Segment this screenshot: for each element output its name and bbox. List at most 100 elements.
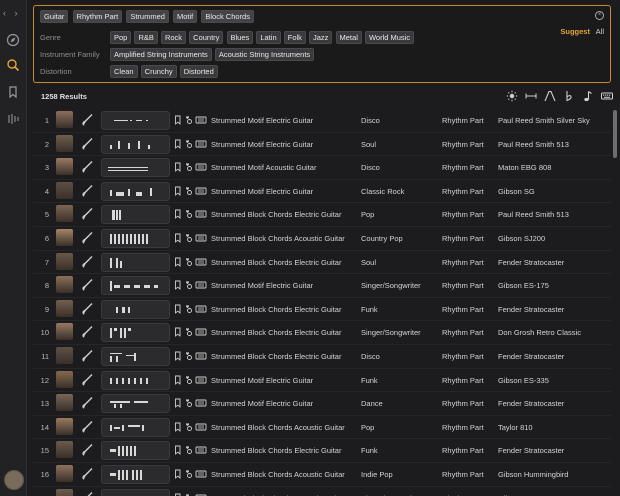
table-row[interactable]: 5 Strummed Block Chords Electric Guitar Po… (33, 202, 611, 227)
pattern-preview[interactable] (101, 181, 170, 201)
row-actions-icons[interactable] (174, 162, 208, 173)
pattern-preview[interactable] (101, 465, 170, 484)
row-actions-icons[interactable] (174, 351, 208, 361)
row-name: Strummed Block Chords Electric Guitar (211, 210, 342, 220)
pattern-preview[interactable] (101, 370, 170, 390)
row-actions-icons[interactable] (174, 445, 208, 456)
table-row[interactable]: 7 Strummed Block Chords Electric Guitar So… (33, 250, 611, 275)
row-actions-icons[interactable] (174, 233, 208, 243)
table-row[interactable]: 12 Strummed Motif Electric Guitar Funk Rhyt… (33, 368, 611, 393)
table-row[interactable]: 6 Strummed Block Chords Acoustic Guitar Co… (33, 226, 611, 251)
genre-chip[interactable]: Pop (110, 31, 132, 44)
row-actions-icons[interactable] (174, 422, 208, 432)
genre-chip[interactable]: R&B (134, 31, 158, 44)
genre-chip[interactable]: Latin (256, 31, 281, 44)
pattern-preview[interactable] (101, 205, 170, 225)
search-icon[interactable] (6, 58, 20, 72)
row-actions-icons[interactable] (174, 327, 208, 338)
family-chip[interactable]: Acoustic String Instruments (214, 48, 315, 61)
table-row[interactable]: 15 Strummed Block Chords Electric Guitar F… (33, 438, 611, 463)
scrollbar[interactable] (613, 110, 617, 158)
all-option[interactable]: All (596, 27, 604, 36)
table-row[interactable]: 3 Strummed Motif Acoustic Guitar Disco Rhyt… (33, 155, 611, 180)
selected-tag[interactable]: Guitar (40, 10, 69, 23)
genre-chip[interactable]: Jazz (309, 31, 333, 44)
selected-tag[interactable]: Strummed (126, 10, 169, 23)
selected-tag[interactable]: Block Chords (201, 10, 254, 23)
length-icon[interactable] (525, 90, 537, 102)
pattern-preview[interactable] (101, 488, 170, 496)
row-actions-icons[interactable] (174, 257, 208, 267)
family-chip[interactable]: Amplified String Instruments (110, 48, 212, 61)
keyboard-icon[interactable] (601, 90, 613, 102)
artist-thumbnail (56, 111, 73, 128)
table-row[interactable]: 10 Strummed Block Chords Electric Guitar S… (33, 320, 611, 345)
table-row[interactable]: 14 Strummed Block Chords Acoustic Guitar P… (33, 415, 611, 440)
table-row[interactable]: 16 Strummed Block Chords Acoustic Guitar I… (33, 462, 611, 487)
row-actions-icons[interactable] (174, 375, 208, 385)
bookmark-icon[interactable] (6, 85, 20, 99)
genre-chip[interactable]: World Music (364, 31, 415, 44)
avatar[interactable] (4, 470, 24, 490)
brightness-icon[interactable] (506, 90, 518, 102)
row-actions-icons[interactable] (174, 115, 208, 125)
pattern-preview[interactable] (101, 134, 170, 154)
table-row[interactable]: 17Strummed Block Chords Acoustic GuitarS… (33, 486, 611, 496)
pattern-preview[interactable] (101, 229, 170, 248)
results-count: 1258 Results (41, 92, 87, 101)
distortion-chip[interactable]: Crunchy (140, 65, 177, 78)
row-actions-icons[interactable] (174, 280, 208, 291)
row-actions-icons[interactable] (174, 493, 208, 496)
row-actions-icons[interactable] (174, 139, 208, 149)
pattern-preview[interactable] (101, 417, 170, 437)
row-instrument: Fender Stratocaster (498, 352, 565, 361)
row-actions-icons[interactable] (174, 186, 208, 196)
table-row[interactable]: 11 Strummed Block Chords Electric Guitar D… (33, 344, 611, 369)
table-row[interactable]: 8 Strummed Motif Electric Guitar Singer/So… (33, 273, 611, 298)
table-row[interactable]: 13 Strummed Motif Electric Guitar Dance Rhy… (33, 391, 611, 416)
suggest-option[interactable]: Suggest (560, 27, 590, 36)
table-row[interactable]: 4 Strummed Motif Electric Guitar Classic R… (33, 179, 611, 204)
envelope-icon[interactable] (544, 90, 556, 102)
genre-chip[interactable]: Blues (226, 31, 254, 44)
pattern-preview[interactable] (101, 252, 170, 272)
flat-key-icon[interactable] (563, 90, 575, 102)
distortion-chip[interactable]: Clean (110, 65, 138, 78)
genre-chip[interactable]: Metal (335, 31, 362, 44)
clear-filters-icon[interactable]: × (595, 11, 604, 20)
row-name: Strummed Block Chords Acoustic Guitar (211, 470, 345, 479)
row-genre: Classic Rock (361, 186, 405, 196)
table-row[interactable]: 1 Strummed Motif Electric Guitar Disco Rhyt… (33, 108, 611, 133)
pattern-preview[interactable] (101, 347, 170, 366)
selected-tag[interactable]: Rhythm Part (72, 10, 123, 23)
nav-arrows[interactable]: ‹ › (3, 8, 21, 18)
row-actions-icons[interactable] (174, 209, 208, 220)
row-name: Strummed Block Chords Electric Guitar (211, 352, 342, 361)
pattern-preview[interactable] (101, 394, 170, 414)
pattern-preview[interactable] (101, 276, 170, 296)
row-actions-icons[interactable] (174, 304, 208, 314)
pattern-preview[interactable] (101, 323, 170, 343)
row-number: 14 (40, 422, 49, 432)
pattern-preview[interactable] (101, 441, 170, 461)
levels-icon[interactable] (6, 112, 20, 126)
row-instrument: Don Grosh Retro Classic (498, 328, 581, 338)
row-actions-icons[interactable] (174, 398, 208, 409)
pattern-preview[interactable] (101, 299, 170, 319)
genre-chip[interactable]: Country (189, 31, 224, 44)
table-row[interactable]: 9 Strummed Block Chords Electric Guitar Fu… (33, 297, 611, 322)
selected-tag[interactable]: Motif (173, 10, 198, 23)
genre-chip[interactable]: Rock (160, 31, 187, 44)
table-row[interactable]: 2 Strummed Motif Electric Guitar Soul Rhyth… (33, 132, 611, 157)
artist-thumbnail (56, 323, 73, 341)
row-name: Strummed Block Chords Electric Guitar (211, 304, 342, 314)
compass-icon[interactable] (6, 33, 20, 47)
genre-chip[interactable]: Folk (283, 31, 306, 44)
pattern-preview[interactable] (101, 158, 170, 178)
note-icon[interactable] (582, 90, 594, 102)
row-genre: Disco (361, 163, 380, 173)
row-actions-icons[interactable] (174, 469, 208, 479)
pattern-preview[interactable] (101, 111, 170, 130)
distortion-chip[interactable]: Distorted (179, 65, 218, 78)
artist-thumbnail (56, 394, 73, 412)
